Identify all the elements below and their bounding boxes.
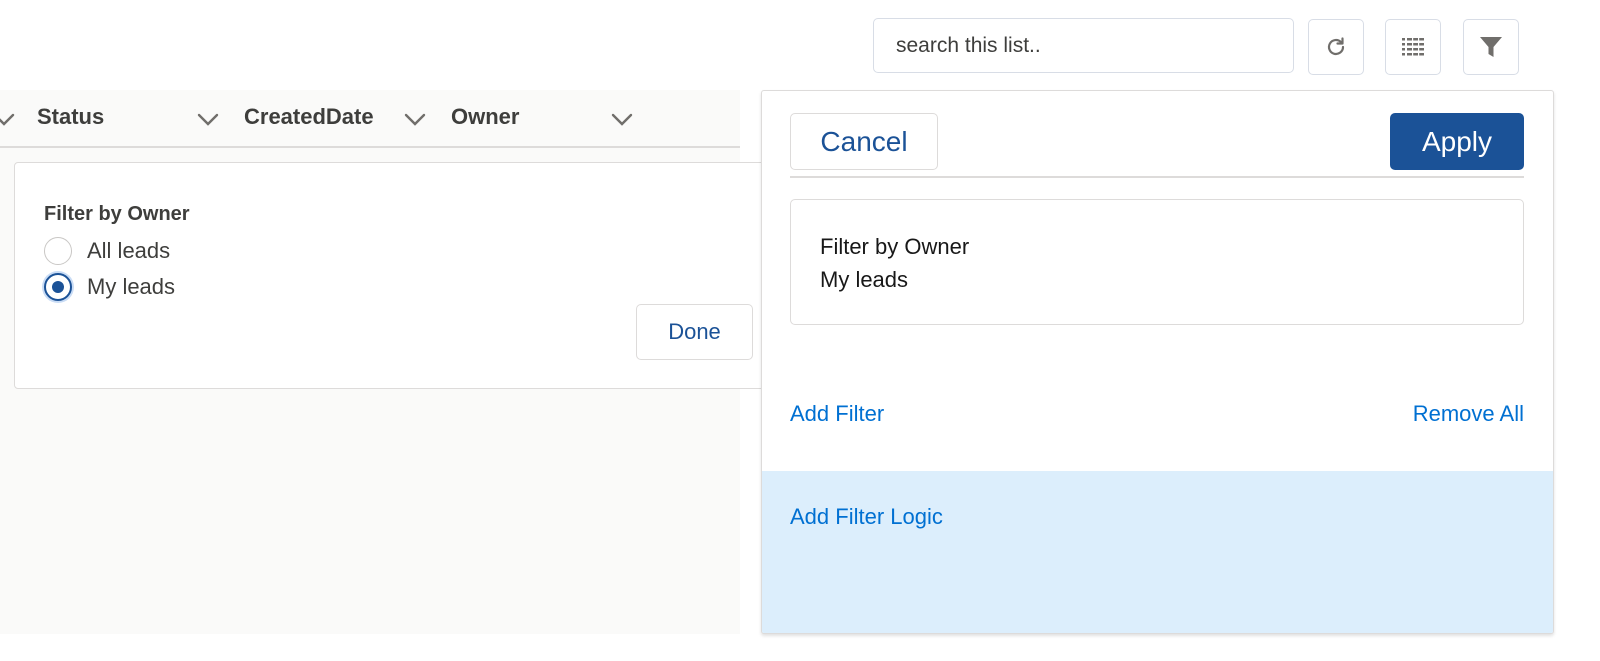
filter-card-owner[interactable]: Filter by Owner My leads — [790, 199, 1524, 325]
radio-option-all-leads[interactable]: All leads — [44, 237, 170, 265]
refresh-button[interactable] — [1308, 19, 1364, 75]
filter-logic-section: Add Filter Logic — [762, 471, 1553, 633]
divider — [790, 176, 1524, 178]
column-header-status[interactable]: Status — [37, 104, 104, 130]
radio-button-selected[interactable] — [44, 273, 72, 301]
list-view-page: Status CreatedDate Owner Filter by Owner… — [0, 0, 1600, 661]
filter-icon — [1480, 37, 1502, 57]
chevron-down-icon[interactable] — [403, 112, 427, 128]
add-filter-link[interactable]: Add Filter — [790, 401, 884, 427]
column-header-createddate[interactable]: CreatedDate — [244, 104, 374, 130]
chevron-down-icon[interactable] — [196, 112, 220, 128]
owner-filter-popover: Filter by Owner All leads My leads Done — [14, 162, 783, 389]
radio-button[interactable] — [44, 237, 72, 265]
filter-toggle-button[interactable] — [1463, 19, 1519, 75]
chevron-down-icon[interactable] — [610, 112, 634, 128]
radio-label: All leads — [87, 238, 171, 263]
radio-option-my-leads[interactable]: My leads — [44, 273, 175, 301]
chevron-down-icon[interactable] — [0, 112, 16, 128]
list-view-icon — [1402, 38, 1424, 56]
refresh-icon — [1327, 37, 1345, 56]
add-filter-logic-link[interactable]: Add Filter Logic — [790, 504, 943, 530]
column-header-owner[interactable]: Owner — [451, 104, 519, 130]
done-button[interactable]: Done — [636, 304, 753, 360]
filter-card-title: Filter by Owner — [820, 234, 970, 259]
search-input[interactable] — [873, 18, 1294, 73]
radio-label: My leads — [87, 274, 176, 299]
apply-button[interactable]: Apply — [1390, 113, 1524, 170]
table-header: Status CreatedDate Owner — [0, 90, 740, 148]
filter-panel: Cancel Apply Filter by Owner My leads Ad… — [761, 90, 1554, 634]
popover-title: Filter by Owner — [44, 203, 190, 225]
list-view-controls-button[interactable] — [1385, 19, 1441, 75]
cancel-button[interactable]: Cancel — [790, 113, 938, 170]
filter-card-value: My leads — [820, 267, 909, 292]
remove-all-link[interactable]: Remove All — [1413, 401, 1524, 427]
